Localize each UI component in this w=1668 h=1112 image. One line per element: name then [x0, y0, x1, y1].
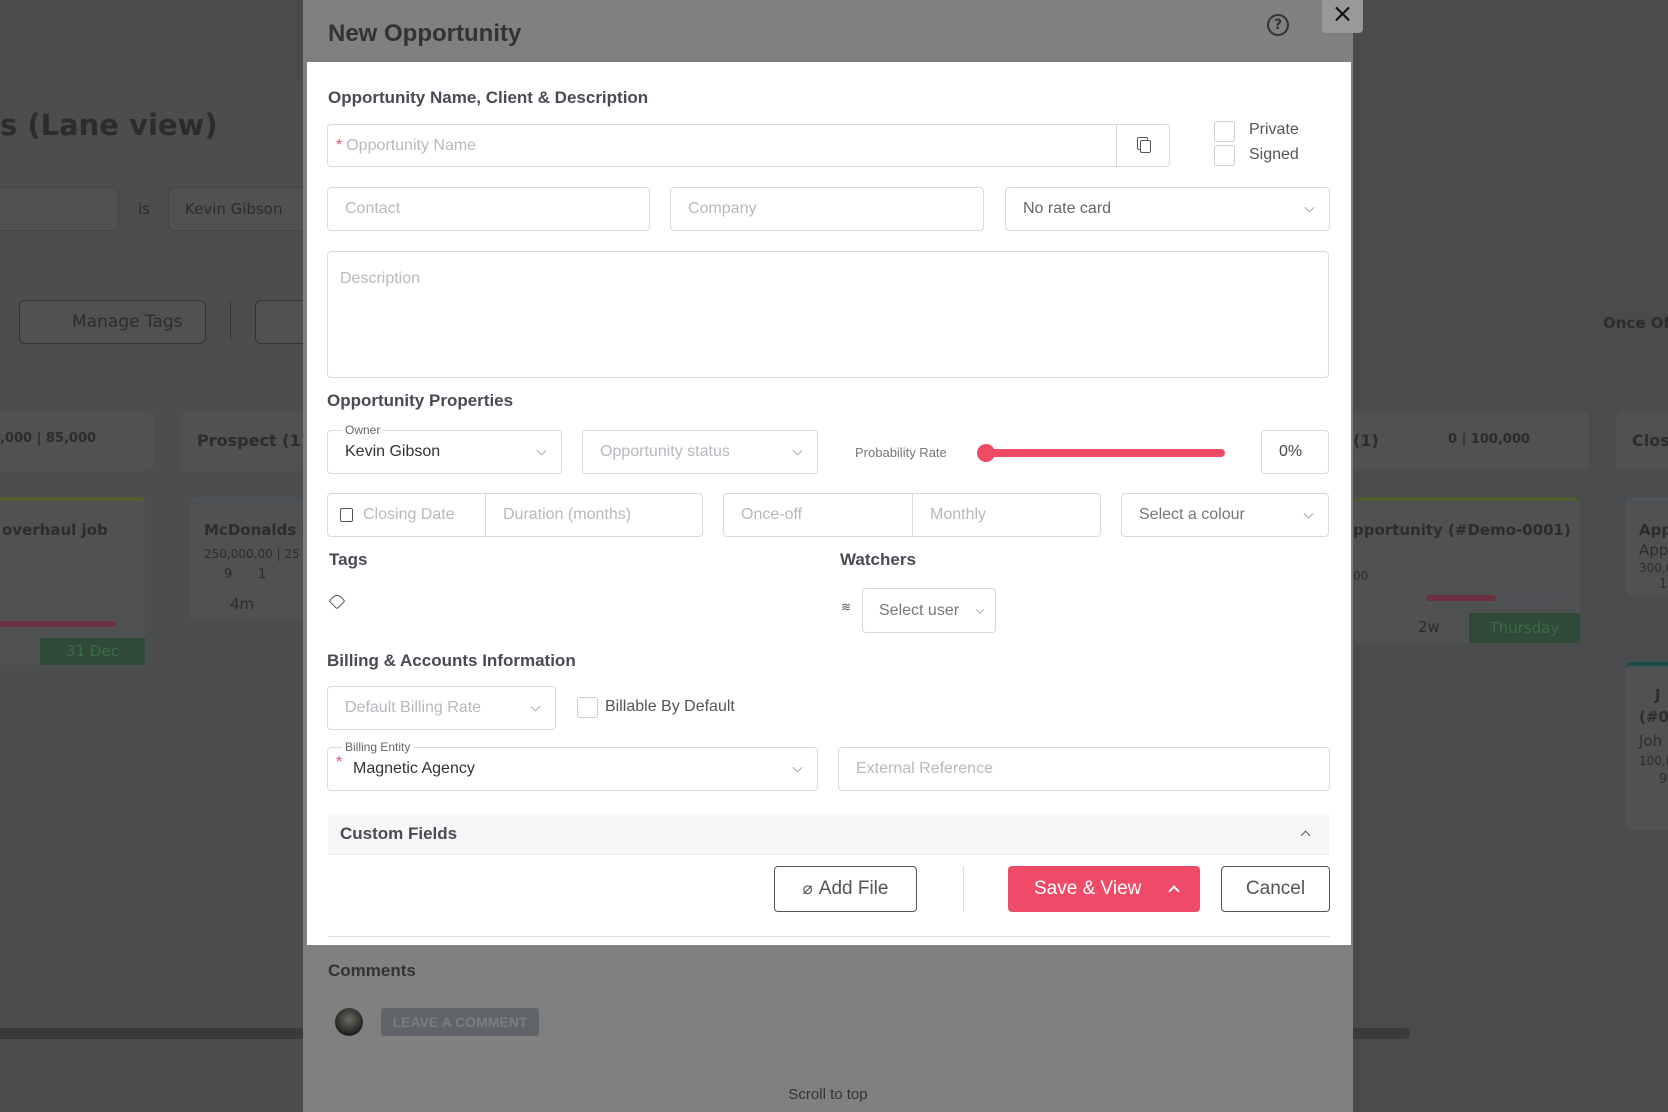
lane-header: (1) 0 | 100,000: [1353, 411, 1589, 471]
chevron-up-icon: [1300, 830, 1311, 841]
probability-input[interactable]: 0%: [1261, 430, 1329, 474]
lane-header: ,000 | 85,000: [0, 411, 154, 471]
horizontal-scrollbar[interactable]: [0, 1028, 303, 1039]
opportunity-card[interactable]: overhaul job 31 Dec: [0, 497, 145, 665]
billing-entity-value: Magnetic Agency: [353, 760, 475, 777]
billing-rate-placeholder: Default Billing Rate: [345, 699, 482, 716]
select-user-placeholder: Select user: [879, 601, 960, 619]
copy-icon-front: [1140, 140, 1151, 153]
owner-label: Owner: [342, 423, 384, 437]
progress-bar: [0, 621, 116, 627]
opportunity-status-select[interactable]: Opportunity status: [582, 430, 818, 474]
save-view-button[interactable]: Save & View: [1008, 866, 1200, 912]
value-group: Once-off Monthly: [723, 493, 1101, 537]
chevron-down-icon: [1303, 508, 1314, 519]
divider: [230, 302, 231, 340]
scroll-to-top-link[interactable]: Scroll to top: [303, 1086, 1353, 1103]
owner-value: Kevin Gibson: [345, 443, 441, 460]
copy-button[interactable]: [1116, 125, 1169, 166]
required-mark: *: [336, 754, 343, 771]
once-off-input[interactable]: Once-off: [741, 506, 802, 524]
opportunity-name-placeholder: Opportunity Name: [346, 136, 477, 154]
opportunity-name-input[interactable]: * Opportunity Name: [327, 124, 1170, 167]
status-placeholder: Opportunity status: [600, 443, 730, 460]
filter-value[interactable]: Kevin Gibson: [168, 187, 318, 231]
tags-title: Tags: [329, 550, 368, 569]
opportunity-card[interactable]: App App 300,0 1: [1625, 497, 1668, 595]
progress-bar: [1426, 595, 1496, 601]
section-title-name: Opportunity Name, Client & Description: [328, 88, 649, 107]
comments-title: Comments: [328, 961, 416, 980]
manage-tags-button[interactable]: Manage Tags: [19, 300, 206, 344]
divider: [963, 866, 964, 912]
right-header-label: Once Of: [1603, 314, 1668, 332]
help-icon[interactable]: ?: [1267, 14, 1289, 36]
custom-fields-toggle[interactable]: Custom Fields: [328, 814, 1329, 855]
owner-select[interactable]: Owner Kevin Gibson: [327, 423, 562, 474]
calendar-icon: [340, 508, 353, 522]
probability-label: Probability Rate: [855, 445, 947, 460]
signed-label: Signed: [1249, 146, 1299, 163]
opportunity-card[interactable]: J (#0 Joh 100,0 9: [1625, 662, 1668, 830]
leave-comment-button[interactable]: LEAVE A COMMENT: [381, 1008, 539, 1036]
external-reference-input[interactable]: External Reference: [838, 747, 1330, 791]
signed-checkbox[interactable]: [1214, 145, 1235, 166]
custom-fields-title: Custom Fields: [340, 824, 458, 843]
filter-operator: is: [138, 200, 150, 218]
wifi-icon: ≋: [841, 600, 852, 614]
lane-header: Prospect (1): [181, 411, 311, 471]
probability-slider[interactable]: [977, 444, 1225, 462]
contact-input[interactable]: Contact: [327, 187, 650, 231]
billing-entity-select[interactable]: Billing Entity * Magnetic Agency: [327, 740, 818, 791]
rate-card-value: No rate card: [1023, 200, 1112, 217]
default-billing-rate-select[interactable]: Default Billing Rate: [327, 686, 556, 730]
user-avatar: [335, 1008, 363, 1036]
chevron-down-icon: [975, 605, 985, 614]
opportunity-card[interactable]: McDonalds F 250,000.00 | 25 9 1 4m: [190, 497, 312, 619]
cancel-button[interactable]: Cancel: [1221, 866, 1330, 912]
add-file-label: Add File: [818, 878, 889, 899]
billable-checkbox[interactable]: [577, 697, 598, 718]
rate-card-select[interactable]: No rate card: [1005, 187, 1330, 231]
private-checkbox[interactable]: [1214, 121, 1235, 142]
modal-title: New Opportunity: [328, 20, 522, 47]
chevron-down-icon: [530, 701, 541, 712]
section-title-properties: Opportunity Properties: [327, 391, 514, 410]
private-label: Private: [1249, 121, 1299, 138]
colour-select[interactable]: Select a colour: [1121, 493, 1329, 537]
company-input[interactable]: Company: [670, 187, 984, 231]
closing-date-input[interactable]: Closing Date: [363, 506, 455, 524]
filter-field-select[interactable]: [0, 187, 119, 231]
page-title: s (Lane view): [0, 108, 218, 142]
chevron-down-icon: [536, 445, 547, 456]
slider-thumb[interactable]: [977, 444, 995, 462]
description-textarea[interactable]: Description: [327, 251, 1329, 378]
select-user-dropdown[interactable]: Select user: [862, 588, 996, 633]
monthly-input[interactable]: Monthly: [912, 494, 1100, 536]
section-title-billing: Billing & Accounts Information: [327, 651, 576, 670]
duration-input[interactable]: Duration (months): [485, 494, 631, 536]
chevron-up-icon[interactable]: [1168, 885, 1180, 897]
add-file-button[interactable]: ⌀ Add File: [774, 866, 917, 912]
watchers-title: Watchers: [840, 550, 916, 569]
chevron-down-icon: [792, 445, 803, 456]
horizontal-scrollbar-thumb[interactable]: [1353, 1028, 1410, 1039]
opportunity-card[interactable]: pportunity (#Demo-0001) 00 2w Thursday: [1353, 497, 1580, 643]
paperclip-icon: ⌀: [802, 879, 813, 898]
closing-date-group: Closing Date Duration (months): [327, 493, 703, 537]
required-mark: *: [336, 136, 343, 154]
colour-placeholder: Select a colour: [1139, 506, 1245, 523]
divider: [328, 936, 1330, 937]
chevron-down-icon: [792, 762, 803, 773]
chevron-down-icon: [1304, 202, 1315, 213]
close-button[interactable]: ×: [1322, 0, 1363, 33]
billing-entity-label: Billing Entity: [342, 740, 414, 754]
save-view-label: Save & View: [1034, 878, 1142, 899]
lane-header: Closi: [1616, 411, 1668, 471]
billable-label: Billable By Default: [605, 698, 735, 715]
